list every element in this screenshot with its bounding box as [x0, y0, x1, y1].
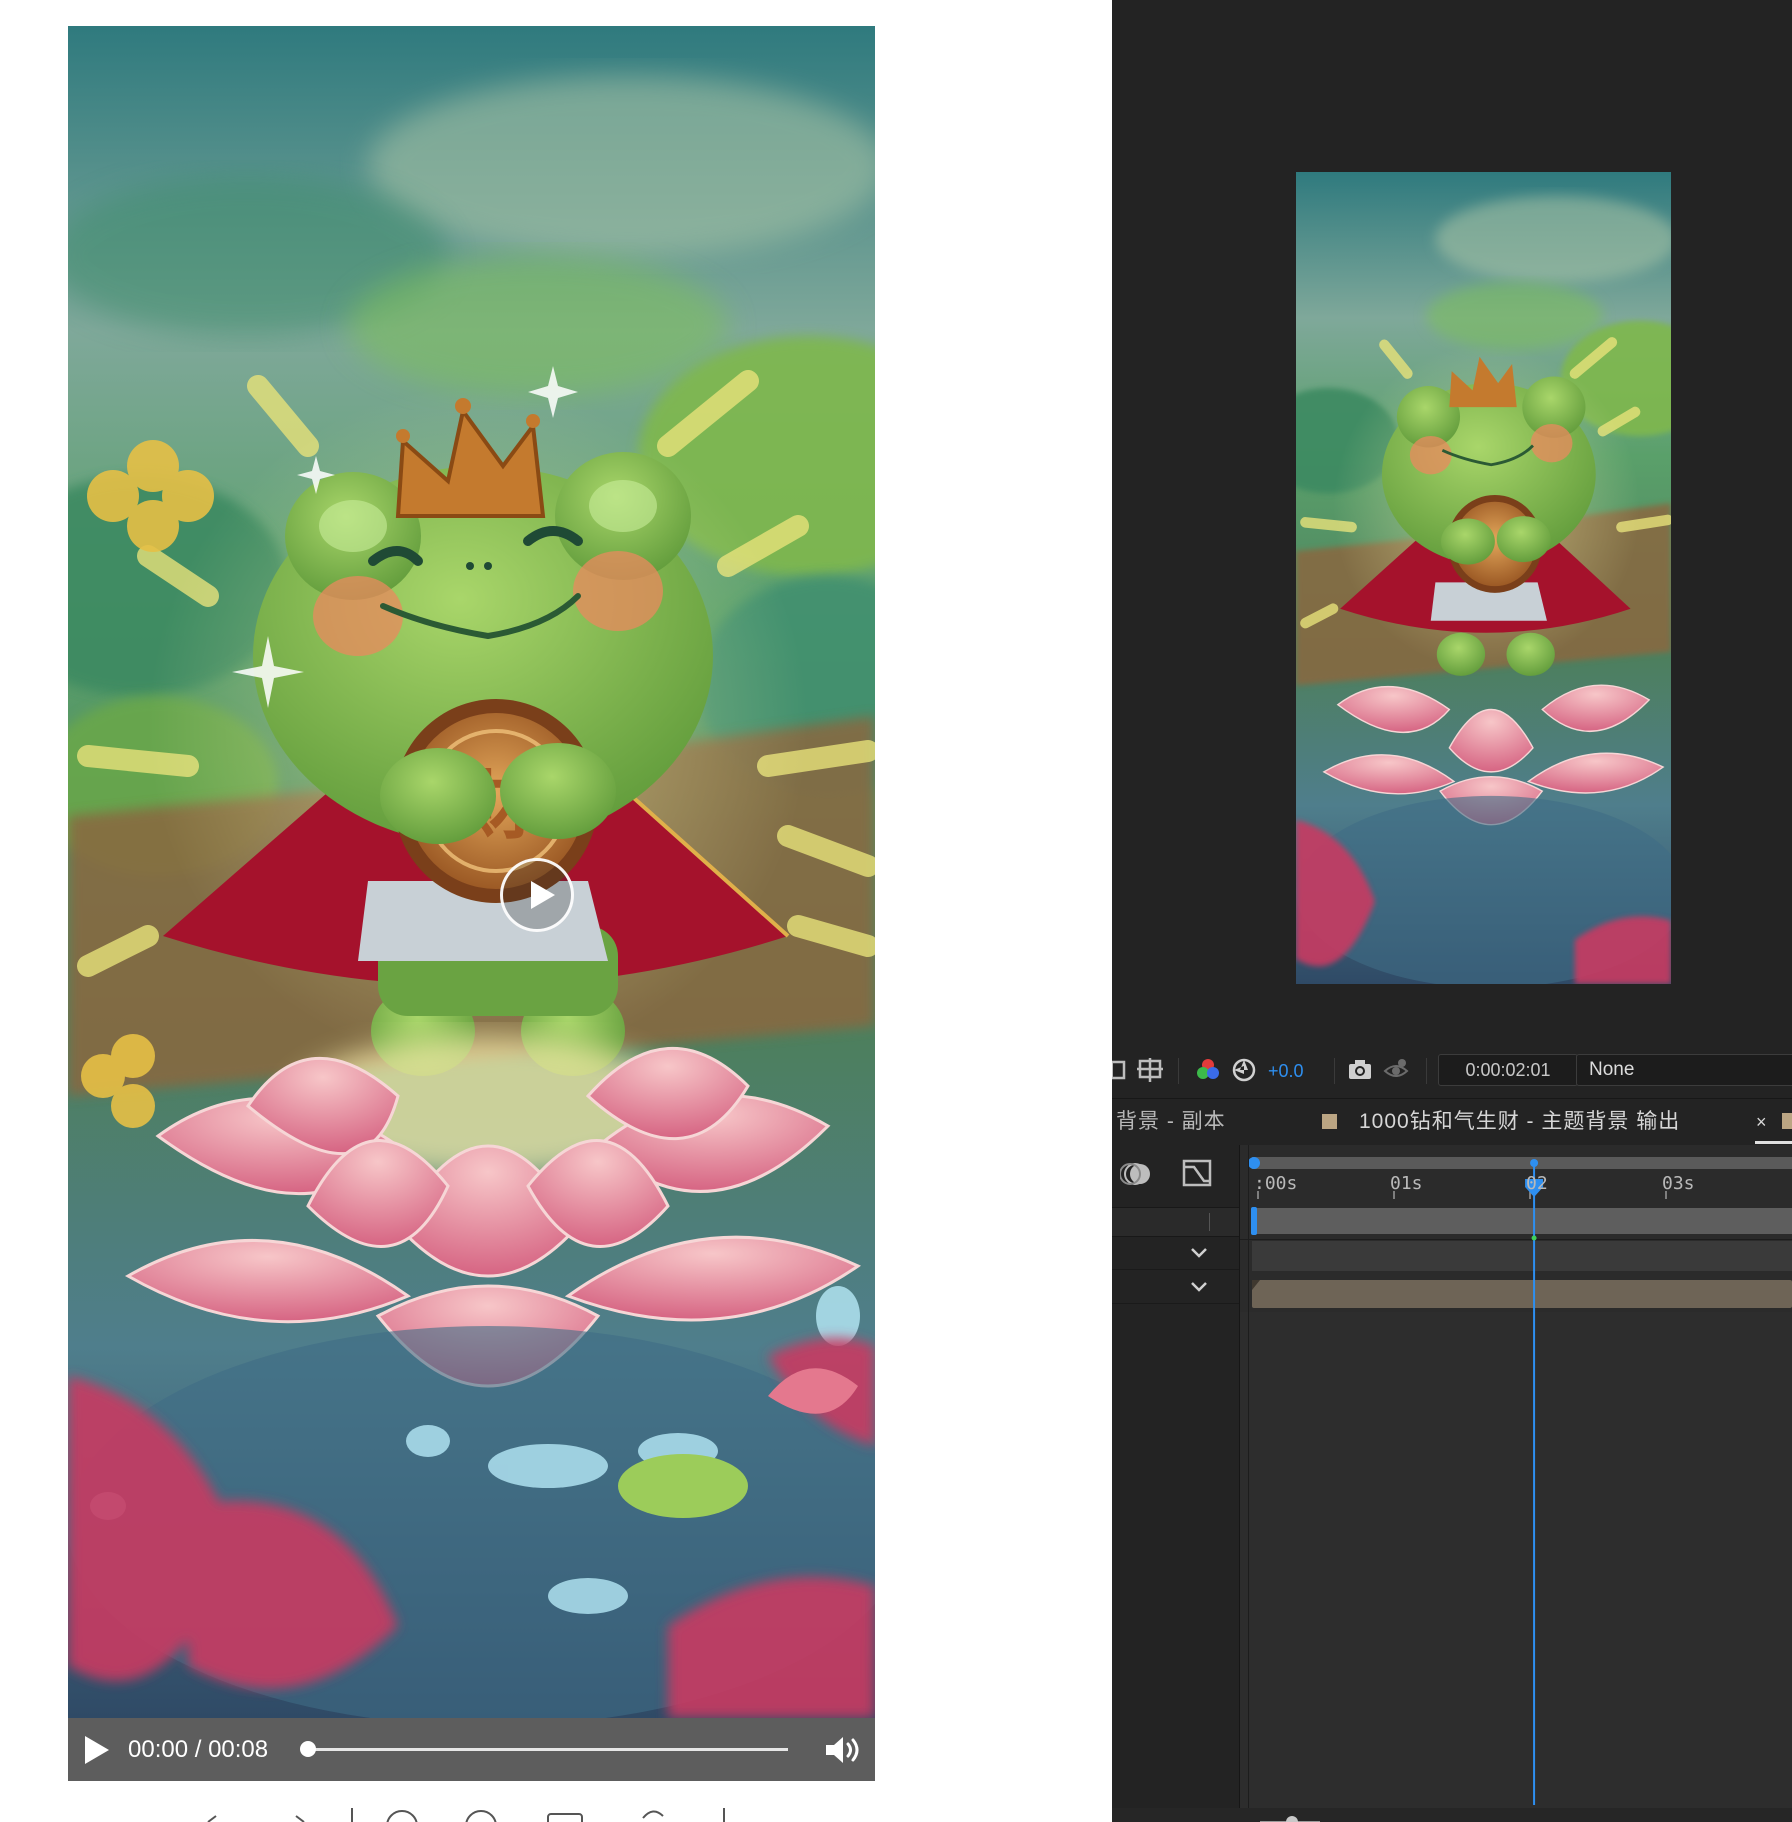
- view-options-select[interactable]: None: [1576, 1054, 1792, 1086]
- toolbar-separator: [1334, 1058, 1335, 1084]
- navigator-start-handle: [1248, 1157, 1260, 1169]
- label-color-swatch: [1782, 1113, 1792, 1129]
- toolbar-separator: [1178, 1058, 1179, 1084]
- channel-rgb-icon[interactable]: [1194, 1056, 1222, 1084]
- layer-row[interactable]: [1112, 1237, 1239, 1270]
- video-frame[interactable]: 财: [68, 26, 875, 1718]
- zoom-slider[interactable]: [1112, 1808, 1792, 1822]
- time-navigator: [1252, 1157, 1792, 1169]
- exposure-icon[interactable]: [1230, 1056, 1258, 1084]
- zoom-in-icon: [465, 1810, 497, 1822]
- video-controls: 00:00 / 00:08: [68, 1718, 875, 1781]
- fit-icon: [547, 1813, 583, 1822]
- back-arrow-icon: [207, 1815, 217, 1822]
- layer-search-row[interactable]: [1112, 1207, 1239, 1237]
- forward-arrow-icon: [295, 1815, 305, 1822]
- work-area-start: [1251, 1207, 1257, 1235]
- tab-background-copy[interactable]: 背景 - 副本: [1116, 1099, 1226, 1145]
- timeline-tabs: 背景 - 副本 1000钻和气生财 - 主题背景 输出 ×: [1112, 1098, 1792, 1145]
- work-area-bar: [1252, 1208, 1792, 1234]
- viewer-toolbar: [68, 1796, 875, 1822]
- column-divider: [1209, 1213, 1210, 1231]
- ruler-label-0: :00s: [1254, 1173, 1298, 1194]
- layer-row[interactable]: [1112, 1271, 1239, 1304]
- timeline-row: [1252, 1241, 1792, 1271]
- show-snapshot-icon[interactable]: [1382, 1056, 1410, 1084]
- chevron-down-icon[interactable]: [1182, 1242, 1216, 1264]
- time-display: 00:00 / 00:08: [128, 1736, 269, 1763]
- video-player[interactable]: 财 00:00 / 00:08: [68, 26, 875, 1781]
- center-play-button[interactable]: [500, 858, 574, 932]
- toolbar-separator: [1426, 1058, 1427, 1084]
- chevron-down-icon[interactable]: [1182, 1276, 1216, 1298]
- ruler-label-3: 03s: [1662, 1173, 1695, 1194]
- graph-editor-icon[interactable]: [1180, 1157, 1214, 1191]
- composition-preview: [1296, 172, 1671, 984]
- active-tab-indicator: [1755, 1141, 1792, 1144]
- layer-panel: [1112, 1145, 1240, 1822]
- composition-viewer[interactable]: [1296, 172, 1671, 984]
- label-color-swatch: [1322, 1114, 1337, 1129]
- zoom-out-icon: [386, 1810, 418, 1822]
- close-tab-icon[interactable]: ×: [1756, 1111, 1772, 1133]
- snapshot-camera-icon[interactable]: [1346, 1056, 1374, 1084]
- viewer-toolbar-ae: +0.0 0:00:02:01 None: [1112, 1050, 1792, 1090]
- progress-knob[interactable]: [300, 1741, 316, 1757]
- tab-theme-background-output[interactable]: 1000钻和气生财 - 主题背景 输出: [1359, 1099, 1680, 1145]
- timeline-panel[interactable]: :00s 01s 02 03s: [1240, 1145, 1792, 1822]
- exposure-value[interactable]: +0.0: [1268, 1060, 1304, 1082]
- volume-icon[interactable]: [824, 1734, 864, 1766]
- ruler-label-1: 01s: [1390, 1173, 1423, 1194]
- current-time-display[interactable]: 0:00:02:01: [1438, 1054, 1578, 1086]
- after-effects-panel: +0.0 0:00:02:01 None 背景 - 副本 1000钻和气生财 -…: [1112, 0, 1792, 1822]
- play-icon[interactable]: [85, 1736, 109, 1764]
- region-of-interest-icon[interactable]: [1112, 1056, 1130, 1084]
- motion-blur-icon[interactable]: [1120, 1157, 1154, 1191]
- frog-king-artwork: 财: [68, 26, 875, 1718]
- progress-bar[interactable]: [300, 1741, 788, 1757]
- rotate-icon: [642, 1810, 664, 1819]
- ruler-label-2: 02: [1526, 1173, 1548, 1194]
- grid-guides-icon[interactable]: [1136, 1056, 1164, 1084]
- layer-duration-bar: [1252, 1280, 1792, 1308]
- timeline-graph[interactable]: [1240, 1145, 1792, 1822]
